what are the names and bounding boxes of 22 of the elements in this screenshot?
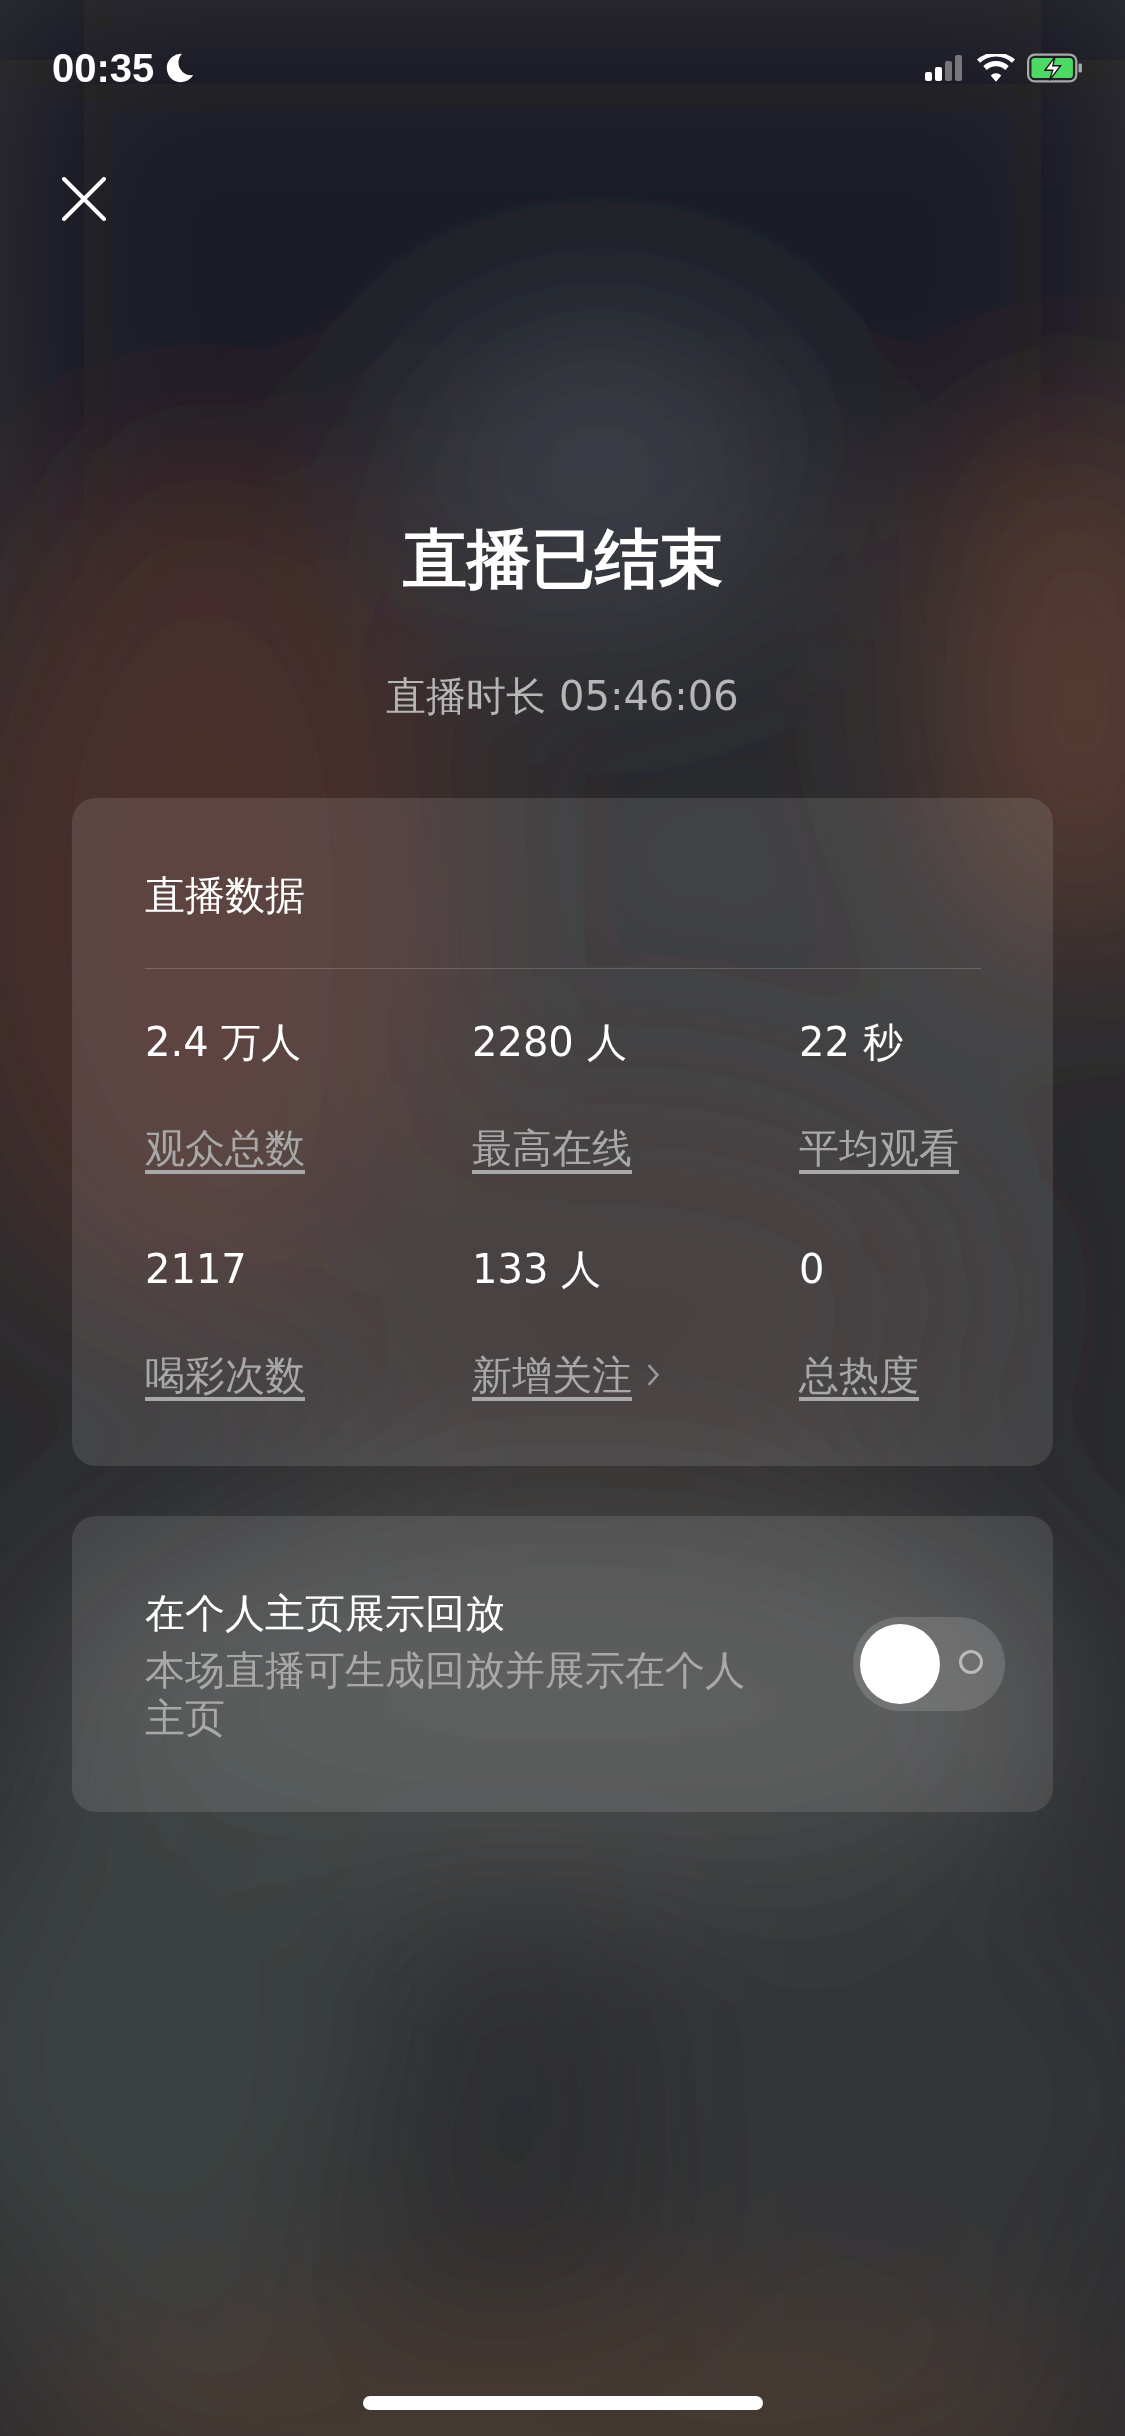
- setting-description: 本场直播可生成回放并展示在个人主页: [145, 1646, 746, 1742]
- close-button[interactable]: [62, 177, 106, 221]
- stat-label[interactable]: 最高在线: [472, 1123, 632, 1173]
- setting-title: 在个人主页展示回放: [145, 1589, 506, 1638]
- stat-label[interactable]: 新增关注: [472, 1350, 632, 1400]
- stat-label[interactable]: 总热度: [799, 1350, 919, 1400]
- stat-label[interactable]: 观众总数: [145, 1123, 305, 1173]
- stat-value: 2280 人: [472, 1018, 627, 1067]
- stat-value: 0: [799, 1245, 825, 1294]
- live-duration: 直播时长 05:46:06: [386, 672, 739, 721]
- stat-value: 2117: [145, 1245, 247, 1294]
- page-title: 直播已结束: [402, 521, 723, 598]
- wifi-icon: [977, 54, 1015, 82]
- status-time: 00:35: [52, 45, 155, 91]
- stat-value: 22 秒: [799, 1018, 903, 1067]
- stat-value: 2.4 万人: [145, 1018, 302, 1067]
- stat-label[interactable]: 平均观看: [799, 1123, 959, 1173]
- chevron-icon: [646, 1363, 660, 1387]
- stat-value: 133 人: [472, 1245, 602, 1294]
- card-title: 直播数据: [145, 871, 305, 920]
- stat-label[interactable]: 喝彩次数: [145, 1350, 305, 1400]
- signal-icon: [925, 55, 965, 81]
